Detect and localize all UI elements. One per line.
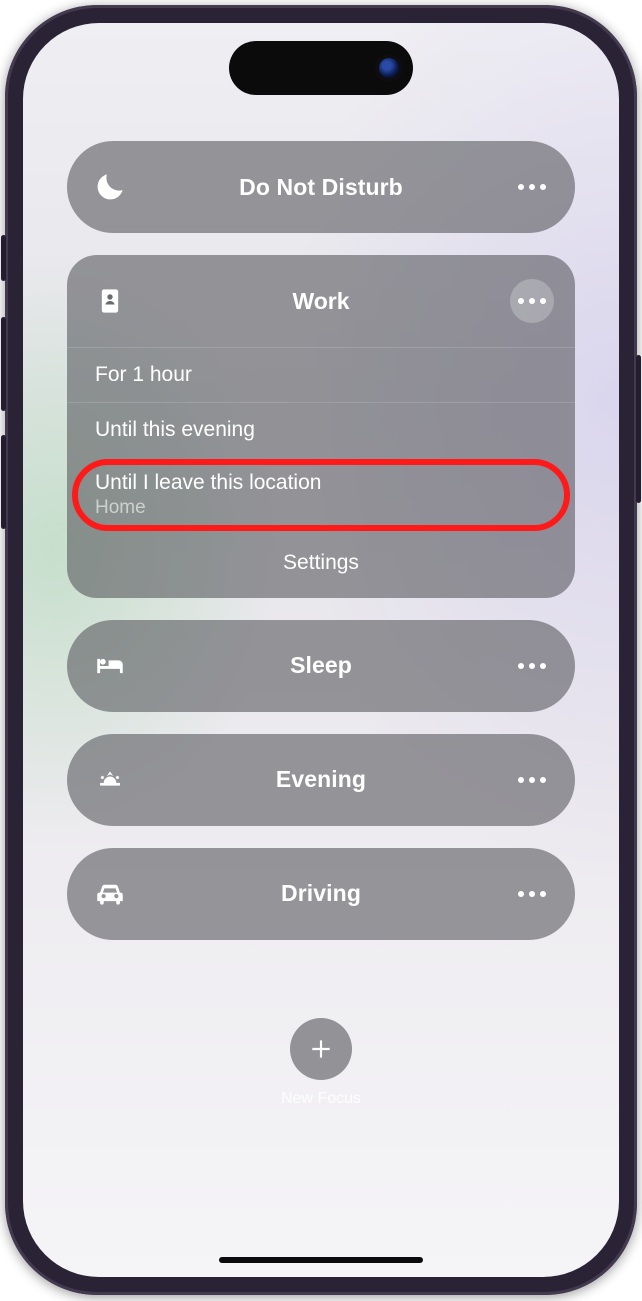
focus-label: Do Not Disturb (153, 174, 489, 201)
duration-option-until-evening[interactable]: Until this evening (67, 403, 575, 457)
option-label: For 1 hour (95, 362, 547, 388)
focus-do-not-disturb[interactable]: Do Not Disturb (67, 141, 575, 233)
focus-label: Sleep (153, 652, 489, 679)
duration-option-1hour[interactable]: For 1 hour (67, 348, 575, 402)
focus-settings-link[interactable]: Settings (67, 532, 575, 598)
volume-down-button[interactable] (1, 435, 6, 529)
focus-work-expanded: Work For 1 hour Until this evening Until… (67, 255, 575, 598)
focus-label: Driving (153, 880, 489, 907)
option-label: Until I leave this location (95, 470, 547, 496)
more-button[interactable] (489, 758, 575, 802)
home-indicator[interactable] (219, 1257, 423, 1263)
focus-sleep[interactable]: Sleep (67, 620, 575, 712)
dynamic-island (229, 41, 413, 95)
plus-icon (308, 1036, 334, 1062)
focus-label: Evening (153, 766, 489, 793)
add-button[interactable] (290, 1018, 352, 1080)
new-focus[interactable]: New Focus (67, 1018, 575, 1108)
more-button[interactable] (489, 279, 575, 323)
sunrise-icon (67, 763, 153, 797)
car-icon (67, 877, 153, 911)
volume-up-button[interactable] (1, 317, 6, 411)
option-label: Until this evening (95, 417, 547, 443)
new-focus-label: New Focus (281, 1090, 361, 1108)
focus-driving[interactable]: Driving (67, 848, 575, 940)
duration-option-until-leave-location[interactable]: Until I leave this location Home (67, 458, 575, 532)
settings-label: Settings (283, 551, 359, 574)
iphone-frame: Do Not Disturb Work For (5, 5, 637, 1295)
option-sublabel: Home (95, 496, 547, 520)
screen: Do Not Disturb Work For (23, 23, 619, 1277)
focus-label: Work (153, 288, 489, 315)
ellipsis-icon (510, 279, 554, 323)
bed-icon (67, 649, 153, 683)
more-button[interactable] (489, 165, 575, 209)
more-button[interactable] (489, 872, 575, 916)
more-button[interactable] (489, 644, 575, 688)
focus-evening[interactable]: Evening (67, 734, 575, 826)
badge-icon (67, 287, 153, 315)
moon-icon (67, 170, 153, 204)
power-button[interactable] (636, 355, 641, 503)
focus-work[interactable]: Work (67, 255, 575, 347)
focus-list: Do Not Disturb Work For (67, 141, 575, 1108)
front-camera (379, 58, 399, 78)
mute-switch[interactable] (1, 235, 6, 281)
